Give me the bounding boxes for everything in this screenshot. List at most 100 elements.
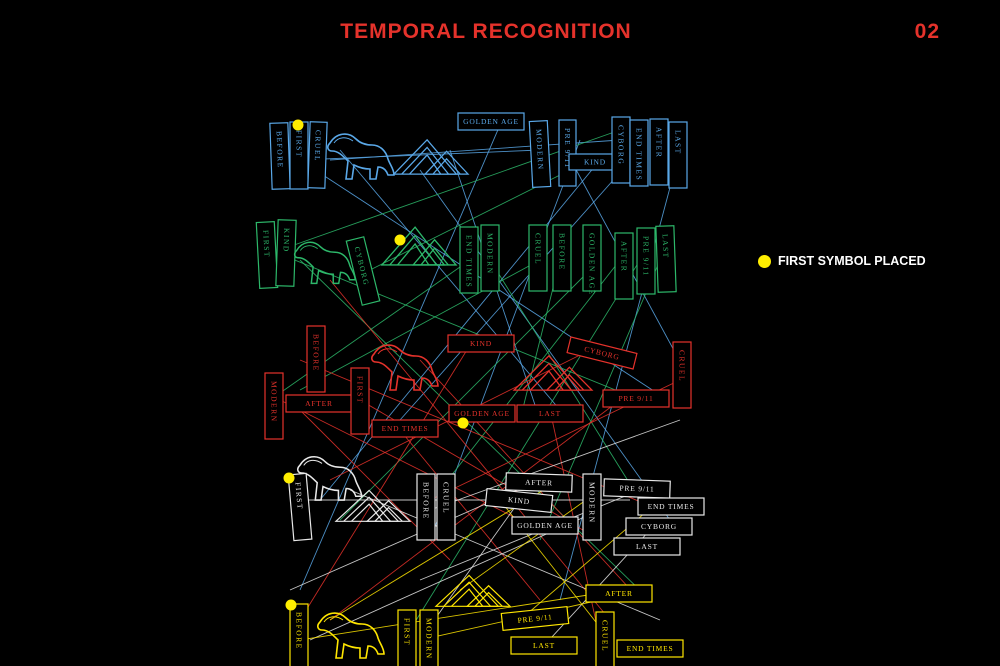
label-block: CRUEL — [672, 341, 692, 409]
label-block-text: FIRST — [261, 230, 271, 258]
pyramids-icon — [512, 354, 594, 391]
first-symbol-marker — [283, 472, 295, 484]
label-block: GOLDEN AGE — [511, 516, 579, 535]
legend-label: FIRST SYMBOL PLACED — [778, 254, 926, 268]
label-block: AFTER — [649, 118, 669, 186]
label-block-text: GOLDEN AGE — [454, 409, 510, 418]
label-block: KIND — [484, 487, 554, 514]
label-block-text: END TIMES — [648, 502, 695, 511]
label-block-text: FIRST — [403, 618, 412, 646]
label-block: CYBORG — [611, 116, 631, 184]
label-block-text: LAST — [539, 409, 561, 418]
label-block: LAST — [613, 537, 681, 556]
label-block: BEFORE — [552, 224, 572, 292]
label-block: AFTER — [614, 232, 634, 300]
label-block: BEFORE — [289, 603, 309, 666]
label-block-text: AFTER — [620, 241, 629, 272]
connection-line — [319, 159, 601, 501]
label-block: END TIMES — [637, 497, 705, 516]
label-block: FIRST — [289, 121, 309, 190]
label-block-text: LAST — [636, 542, 658, 551]
label-block: FIRST — [397, 609, 417, 666]
dinosaur-icon — [293, 241, 356, 285]
label-block: AFTER — [585, 584, 653, 603]
label-block: FIRST — [350, 367, 370, 435]
label-block-text: MODERN — [486, 233, 495, 275]
dinosaur-icon — [371, 344, 439, 391]
label-block-text: CRUEL — [678, 350, 687, 382]
label-block-text: MODERN — [270, 381, 279, 423]
label-block-text: KIND — [584, 158, 606, 167]
pyramids-icon — [392, 138, 470, 175]
label-block-text: PRE 9/11 — [619, 483, 654, 493]
timeline-diagram: BEFORE FIRST CRUEL GOLDEN AGE MODERN PRE 9/1… — [255, 112, 705, 666]
label-block: KIND — [447, 334, 515, 353]
label-block: END TIMES — [371, 419, 439, 438]
label-block-text: CYBORG — [617, 125, 626, 165]
label-block: LAST — [510, 636, 578, 655]
label-block-text: END TIMES — [382, 424, 429, 433]
label-block: AFTER — [505, 472, 573, 493]
label-block: MODERN — [480, 224, 500, 292]
label-block-text: AFTER — [655, 127, 664, 158]
label-block: GOLDEN AGE — [582, 224, 602, 296]
label-block: PRE 9/11 — [636, 227, 656, 295]
label-block-text: BEFORE — [312, 334, 321, 372]
label-block-text: MODERN — [425, 618, 434, 660]
legend: FIRST SYMBOL PLACED — [758, 254, 926, 268]
first-symbol-marker — [285, 599, 297, 611]
label-block: LAST — [668, 121, 688, 189]
label-block-text: END TIMES — [465, 235, 474, 288]
label-block-text: BEFORE — [558, 233, 567, 271]
label-block-text: CRUEL — [442, 482, 451, 514]
label-block: CRUEL — [595, 611, 615, 666]
label-block: BEFORE — [306, 325, 326, 393]
label-block: AFTER — [285, 394, 353, 413]
label-block: LAST — [516, 404, 584, 423]
label-block: BEFORE — [416, 473, 436, 541]
label-block: MODERN — [264, 372, 284, 440]
connection-line — [299, 259, 541, 391]
label-block: FIRST — [287, 472, 313, 542]
connection-lines — [269, 124, 691, 651]
label-block: CRUEL — [528, 224, 548, 292]
label-block-text: BEFORE — [275, 131, 285, 169]
label-block: MODERN — [582, 473, 602, 541]
label-block: KIND — [275, 219, 297, 287]
label-block: FIRST — [255, 220, 279, 290]
label-block: BEFORE — [269, 122, 291, 190]
label-block-text: BEFORE — [422, 482, 431, 520]
label-block: CRUEL — [436, 473, 456, 541]
legend-marker-icon — [758, 254, 771, 268]
label-block: MODERN — [419, 609, 439, 666]
label-block: MODERN — [528, 119, 552, 189]
label-block: PRE 9/11 — [603, 478, 671, 499]
label-block-text: CRUEL — [313, 130, 323, 162]
label-block-text: KIND — [282, 228, 292, 253]
label-block: END TIMES — [459, 226, 479, 294]
label-block-text: END TIMES — [627, 644, 674, 653]
label-block-text: CYBORG — [641, 522, 677, 531]
label-block-text: LAST — [661, 234, 671, 259]
label-block-text: END TIMES — [635, 128, 644, 181]
label-block-text: MODERN — [588, 482, 597, 524]
first-symbol-marker — [457, 417, 469, 429]
label-blocks: BEFORE FIRST CRUEL GOLDEN AGE MODERN PRE 9/1… — [255, 112, 705, 666]
label-block-text: CRUEL — [534, 233, 543, 265]
label-block: LAST — [655, 225, 677, 293]
label-block: PRE 9/11 — [602, 389, 670, 408]
label-block: END TIMES — [629, 119, 649, 187]
label-block-text: LAST — [674, 130, 683, 155]
label-block: PRE 9/11 — [500, 605, 570, 632]
label-block-text: AFTER — [605, 589, 633, 598]
label-block-text: FIRST — [295, 130, 304, 158]
label-block: CYBORG — [345, 236, 381, 306]
label-block-text: AFTER — [305, 399, 333, 408]
label-block-text: CRUEL — [601, 620, 610, 652]
label-block: PRE 9/11 — [558, 119, 577, 187]
pyramids-icon — [334, 489, 412, 522]
label-block: CYBORG — [625, 517, 693, 536]
label-block-text: GOLDEN AGE — [517, 521, 573, 530]
label-block-text: KIND — [470, 339, 492, 348]
first-symbol-marker — [394, 234, 406, 246]
